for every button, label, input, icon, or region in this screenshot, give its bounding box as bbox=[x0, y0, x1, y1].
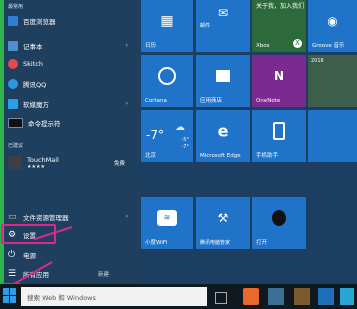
mail-icon: ✉ bbox=[217, 6, 229, 20]
skitch-icon bbox=[8, 58, 18, 69]
app-orange-icon[interactable] bbox=[243, 288, 259, 305]
app-label: 记事本 bbox=[23, 42, 43, 51]
app-icon-2[interactable] bbox=[318, 288, 334, 305]
mail-label: 邮件 bbox=[200, 23, 211, 29]
app-item-skitch[interactable]: Skitch bbox=[4, 56, 138, 71]
tile-label: OneNote bbox=[256, 98, 281, 104]
search-placeholder: 搜索 Web 和 Windows bbox=[27, 294, 96, 302]
browser-icon bbox=[8, 15, 18, 26]
tile-qq[interactable]: 打开 bbox=[252, 197, 306, 249]
app-label: 百度浏览器 bbox=[23, 17, 56, 26]
tile-label: 打开 bbox=[256, 240, 268, 246]
tile-groove[interactable]: ◉ Groove 音乐 bbox=[308, 0, 357, 52]
app-item-qq[interactable]: 腾讯QQ bbox=[4, 76, 138, 91]
windows-start-icon[interactable] bbox=[3, 288, 16, 303]
store-bag-icon bbox=[216, 69, 230, 82]
photo-caption: 2016 bbox=[311, 58, 324, 64]
wrench-icon: ⚒ bbox=[217, 210, 229, 225]
app-label: 命令提示符 bbox=[28, 119, 61, 128]
menu-label: 电源 bbox=[23, 251, 36, 260]
weather-temperature: -7° bbox=[146, 128, 164, 142]
tile-label: Groove 音乐 bbox=[312, 43, 345, 49]
cortana-icon bbox=[158, 66, 176, 85]
power-item[interactable]: ⏻ 电源 bbox=[4, 247, 138, 262]
notepad-icon bbox=[8, 40, 18, 51]
tile-mail[interactable]: 邮件 ✉ bbox=[196, 0, 250, 52]
menu-label: 文件资源管理器 bbox=[23, 213, 69, 222]
cloud-icon: ☁ bbox=[175, 122, 185, 133]
tile-edge[interactable]: e Microsoft Edge bbox=[196, 110, 250, 162]
tile-photos[interactable]: 2016 bbox=[308, 55, 357, 107]
tile-label: 日历 bbox=[145, 43, 157, 49]
xbox-icon: X bbox=[293, 39, 302, 48]
suggested-heading: 已建议 bbox=[8, 143, 24, 149]
cube-icon bbox=[8, 98, 18, 109]
onenote-icon: N bbox=[273, 68, 285, 83]
app-item-baidu-browser[interactable]: 百度浏览器 bbox=[4, 13, 138, 28]
rating-stars: ★★★★ bbox=[27, 164, 45, 170]
price-badge: 免费 bbox=[114, 161, 126, 167]
tile-label: 腾讯电脑管家 bbox=[200, 240, 231, 246]
file-explorer-item[interactable]: ▭ 文件资源管理器 › bbox=[4, 209, 138, 224]
tile-label: 小度WiFi bbox=[145, 240, 168, 246]
tile-calendar[interactable]: ▦ 日历 bbox=[141, 0, 193, 52]
weather-low: -7° bbox=[181, 144, 190, 150]
tile-store[interactable]: 应用商店 bbox=[196, 55, 250, 107]
suggested-app-touchmail[interactable]: TouchMail ★★★★ 免费 bbox=[4, 152, 138, 174]
power-icon: ⏻ bbox=[8, 249, 16, 260]
tile-cortana[interactable]: Cortana bbox=[141, 55, 193, 107]
phone-icon bbox=[273, 121, 285, 140]
app-icon[interactable] bbox=[294, 288, 310, 305]
tile-unknown[interactable] bbox=[308, 110, 357, 162]
tile-label: Xbox bbox=[256, 43, 270, 49]
app-label: Skitch bbox=[23, 59, 43, 68]
terminal-icon bbox=[8, 117, 23, 128]
app-label: 腾讯QQ bbox=[23, 80, 47, 89]
penguin-icon bbox=[272, 209, 286, 226]
calendar-icon: ▦ bbox=[160, 12, 174, 29]
taskbar-search-box[interactable]: 搜索 Web 和 Windows bbox=[21, 287, 207, 306]
tile-onenote[interactable]: N OneNote bbox=[252, 55, 306, 107]
app-label: 软媒魔方 bbox=[23, 100, 49, 109]
start-menu-screenshot: 最常用 百度浏览器 记事本 › Skitch 腾讯QQ 软媒魔方 › 命令提示符… bbox=[0, 0, 357, 309]
tile-label: Microsoft Edge bbox=[200, 153, 241, 159]
tile-weather[interactable]: -7° ☁ -5° -7° 北京 bbox=[141, 110, 193, 162]
xbox-promo-text: 关于我，加入我们 bbox=[256, 3, 305, 10]
folder-icon: ▭ bbox=[8, 211, 17, 222]
tile-label: Cortana bbox=[145, 98, 167, 104]
wifi-icon: ≋ bbox=[157, 209, 177, 226]
app-item-notepad[interactable]: 记事本 › bbox=[4, 38, 138, 53]
most-used-heading: 最常用 bbox=[8, 4, 24, 10]
tile-label: 北京 bbox=[145, 153, 157, 159]
task-view-icon[interactable] bbox=[215, 292, 227, 304]
chevron-right-icon[interactable]: › bbox=[126, 213, 128, 220]
apps-list-icon: ☰ bbox=[8, 268, 17, 279]
app-item-cmd[interactable]: 命令提示符 bbox=[4, 115, 138, 130]
edge-icon: e bbox=[217, 121, 229, 141]
app-label: TouchMail bbox=[27, 156, 59, 164]
weather-high: -5° bbox=[181, 137, 190, 143]
tile-label: 手机助手 bbox=[256, 153, 279, 159]
app-item-ruanmei[interactable]: 软媒魔方 › bbox=[4, 96, 138, 111]
music-disc-icon: ◉ bbox=[327, 13, 338, 28]
chevron-right-icon[interactable]: › bbox=[126, 42, 128, 49]
tile-wifi[interactable]: ≋ 小度WiFi bbox=[141, 197, 193, 249]
chevron-right-icon[interactable]: › bbox=[126, 100, 128, 107]
qq-icon bbox=[8, 78, 18, 89]
tile-phone[interactable]: 手机助手 bbox=[252, 110, 306, 162]
new-badge: 新建 bbox=[98, 271, 110, 278]
photo-icon[interactable] bbox=[268, 288, 284, 305]
tile-xbox[interactable]: 关于我，加入我们 X Xbox bbox=[252, 0, 306, 52]
tile-tool[interactable]: ⚒ 腾讯电脑管家 bbox=[196, 197, 250, 249]
tile-label: 应用商店 bbox=[200, 98, 223, 104]
touchmail-icon bbox=[8, 156, 22, 170]
app-icon-3[interactable] bbox=[340, 288, 354, 305]
